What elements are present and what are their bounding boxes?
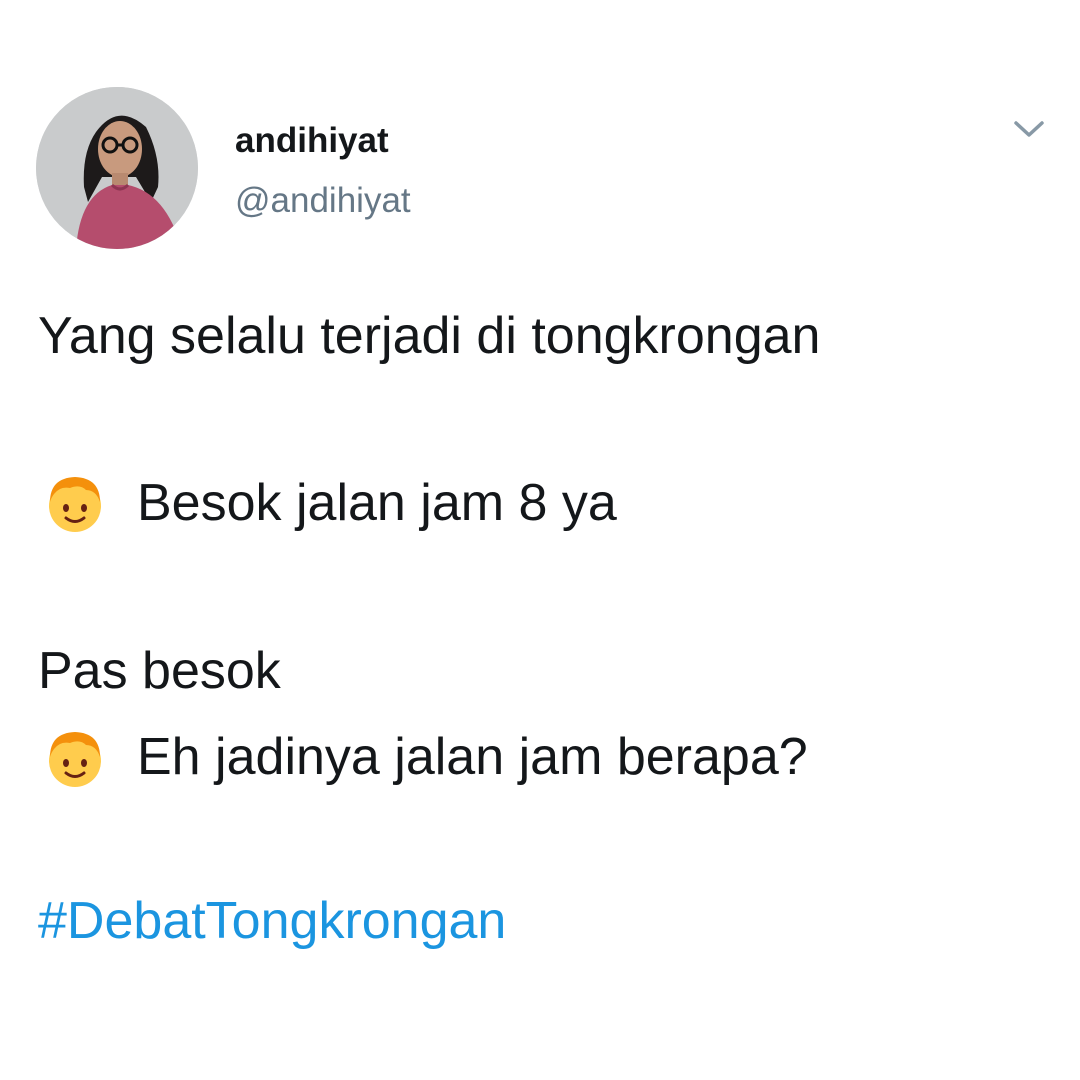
- display-name[interactable]: andihiyat: [235, 120, 389, 162]
- tweet-text-line-2: Besok jalan jam 8 ya: [137, 474, 617, 532]
- hashtag-link[interactable]: #DebatTongkrongan: [38, 890, 506, 952]
- chevron-down-icon[interactable]: [1012, 117, 1046, 141]
- boy-face-emoji-icon: [49, 477, 101, 532]
- tweet-text-line-1: Yang selalu terjadi di tongkrongan: [38, 307, 821, 365]
- tweet-text-line-4: Eh jadinya jalan jam berapa?: [137, 728, 808, 786]
- boy-face-emoji-icon: [49, 732, 101, 787]
- avatar[interactable]: [36, 87, 198, 249]
- tweet-text-line-3: Pas besok: [38, 642, 281, 700]
- user-handle[interactable]: @andihiyat: [235, 180, 411, 222]
